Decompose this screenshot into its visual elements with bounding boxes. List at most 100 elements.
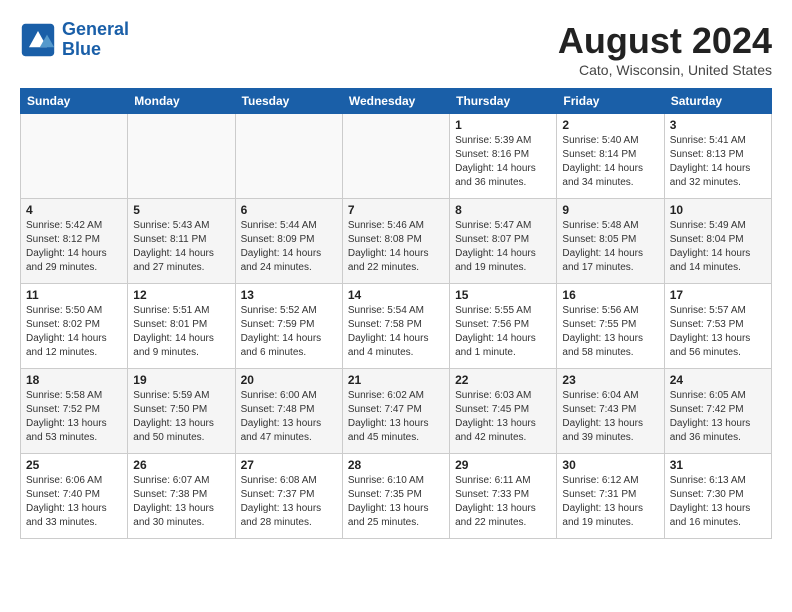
logo: General Blue: [20, 20, 129, 60]
day-number: 14: [348, 288, 444, 302]
location: Cato, Wisconsin, United States: [558, 62, 772, 78]
calendar-cell: 4 Sunrise: 5:42 AM Sunset: 8:12 PM Daylig…: [21, 199, 128, 284]
calendar-cell: 6 Sunrise: 5:44 AM Sunset: 8:09 PM Daylig…: [235, 199, 342, 284]
day-info: Sunrise: 6:04 AM Sunset: 7:43 PM Dayligh…: [562, 389, 658, 445]
calendar-cell: 1 Sunrise: 5:39 AM Sunset: 8:16 PM Daylig…: [450, 114, 557, 199]
weekday-header-thursday: Thursday: [450, 89, 557, 114]
calendar-cell: 15 Sunrise: 5:55 AM Sunset: 7:56 PM Dayli…: [450, 284, 557, 369]
calendar-cell: 16 Sunrise: 5:56 AM Sunset: 7:55 PM Dayli…: [557, 284, 664, 369]
day-number: 20: [241, 373, 337, 387]
day-info: Sunrise: 6:07 AM Sunset: 7:38 PM Dayligh…: [133, 474, 229, 530]
day-info: Sunrise: 5:47 AM Sunset: 8:07 PM Dayligh…: [455, 219, 551, 275]
day-info: Sunrise: 5:50 AM Sunset: 8:02 PM Dayligh…: [26, 304, 122, 360]
day-number: 15: [455, 288, 551, 302]
day-number: 23: [562, 373, 658, 387]
calendar-cell: 7 Sunrise: 5:46 AM Sunset: 8:08 PM Daylig…: [342, 199, 449, 284]
calendar-cell: 19 Sunrise: 5:59 AM Sunset: 7:50 PM Dayli…: [128, 369, 235, 454]
day-info: Sunrise: 5:57 AM Sunset: 7:53 PM Dayligh…: [670, 304, 766, 360]
day-number: 9: [562, 203, 658, 217]
day-number: 30: [562, 458, 658, 472]
calendar-cell: [235, 114, 342, 199]
month-year: August 2024: [558, 20, 772, 62]
day-info: Sunrise: 5:43 AM Sunset: 8:11 PM Dayligh…: [133, 219, 229, 275]
day-info: Sunrise: 5:55 AM Sunset: 7:56 PM Dayligh…: [455, 304, 551, 360]
calendar-cell: 21 Sunrise: 6:02 AM Sunset: 7:47 PM Dayli…: [342, 369, 449, 454]
calendar-cell: [128, 114, 235, 199]
day-info: Sunrise: 5:49 AM Sunset: 8:04 PM Dayligh…: [670, 219, 766, 275]
day-info: Sunrise: 5:44 AM Sunset: 8:09 PM Dayligh…: [241, 219, 337, 275]
day-number: 12: [133, 288, 229, 302]
day-number: 28: [348, 458, 444, 472]
day-number: 10: [670, 203, 766, 217]
day-info: Sunrise: 5:56 AM Sunset: 7:55 PM Dayligh…: [562, 304, 658, 360]
calendar-cell: 20 Sunrise: 6:00 AM Sunset: 7:48 PM Dayli…: [235, 369, 342, 454]
day-number: 29: [455, 458, 551, 472]
day-number: 8: [455, 203, 551, 217]
calendar-cell: 3Sunrise: 5:41 AM Sunset: 8:13 PM Daylig…: [664, 114, 771, 199]
calendar-cell: 9 Sunrise: 5:48 AM Sunset: 8:05 PM Daylig…: [557, 199, 664, 284]
day-number: 27: [241, 458, 337, 472]
calendar-cell: 17 Sunrise: 5:57 AM Sunset: 7:53 PM Dayli…: [664, 284, 771, 369]
day-number: 21: [348, 373, 444, 387]
day-number: 18: [26, 373, 122, 387]
logo-icon: [20, 22, 56, 58]
calendar-cell: 18 Sunrise: 5:58 AM Sunset: 7:52 PM Dayli…: [21, 369, 128, 454]
day-info: Sunrise: 6:10 AM Sunset: 7:35 PM Dayligh…: [348, 474, 444, 530]
day-info: Sunrise: 6:06 AM Sunset: 7:40 PM Dayligh…: [26, 474, 122, 530]
day-info: Sunrise: 5:41 AM Sunset: 8:13 PM Dayligh…: [670, 134, 766, 190]
day-info: Sunrise: 6:03 AM Sunset: 7:45 PM Dayligh…: [455, 389, 551, 445]
logo-line2: Blue: [62, 39, 101, 59]
calendar-table: SundayMondayTuesdayWednesdayThursdayFrid…: [20, 88, 772, 539]
day-info: Sunrise: 6:13 AM Sunset: 7:30 PM Dayligh…: [670, 474, 766, 530]
weekday-header-friday: Friday: [557, 89, 664, 114]
day-info: Sunrise: 6:02 AM Sunset: 7:47 PM Dayligh…: [348, 389, 444, 445]
day-info: Sunrise: 6:00 AM Sunset: 7:48 PM Dayligh…: [241, 389, 337, 445]
day-number: 1: [455, 118, 551, 132]
day-info: Sunrise: 5:51 AM Sunset: 8:01 PM Dayligh…: [133, 304, 229, 360]
day-info: Sunrise: 6:05 AM Sunset: 7:42 PM Dayligh…: [670, 389, 766, 445]
calendar-cell: 28 Sunrise: 6:10 AM Sunset: 7:35 PM Dayli…: [342, 454, 449, 539]
day-number: 4: [26, 203, 122, 217]
calendar-cell: 26 Sunrise: 6:07 AM Sunset: 7:38 PM Dayli…: [128, 454, 235, 539]
day-info: Sunrise: 5:52 AM Sunset: 7:59 PM Dayligh…: [241, 304, 337, 360]
day-info: Sunrise: 5:59 AM Sunset: 7:50 PM Dayligh…: [133, 389, 229, 445]
day-info: Sunrise: 5:42 AM Sunset: 8:12 PM Dayligh…: [26, 219, 122, 275]
weekday-header-tuesday: Tuesday: [235, 89, 342, 114]
day-number: 17: [670, 288, 766, 302]
day-info: Sunrise: 5:48 AM Sunset: 8:05 PM Dayligh…: [562, 219, 658, 275]
day-number: 2: [562, 118, 658, 132]
calendar-cell: [21, 114, 128, 199]
day-info: Sunrise: 6:08 AM Sunset: 7:37 PM Dayligh…: [241, 474, 337, 530]
day-info: Sunrise: 6:11 AM Sunset: 7:33 PM Dayligh…: [455, 474, 551, 530]
day-number: 11: [26, 288, 122, 302]
day-number: 24: [670, 373, 766, 387]
weekday-header-saturday: Saturday: [664, 89, 771, 114]
calendar-cell: 29 Sunrise: 6:11 AM Sunset: 7:33 PM Dayli…: [450, 454, 557, 539]
calendar-cell: 22 Sunrise: 6:03 AM Sunset: 7:45 PM Dayli…: [450, 369, 557, 454]
day-info: Sunrise: 5:46 AM Sunset: 8:08 PM Dayligh…: [348, 219, 444, 275]
day-info: Sunrise: 5:58 AM Sunset: 7:52 PM Dayligh…: [26, 389, 122, 445]
calendar-cell: 30 Sunrise: 6:12 AM Sunset: 7:31 PM Dayli…: [557, 454, 664, 539]
day-number: 26: [133, 458, 229, 472]
calendar-cell: 23 Sunrise: 6:04 AM Sunset: 7:43 PM Dayli…: [557, 369, 664, 454]
day-info: Sunrise: 6:12 AM Sunset: 7:31 PM Dayligh…: [562, 474, 658, 530]
weekday-header-sunday: Sunday: [21, 89, 128, 114]
calendar-cell: 31Sunrise: 6:13 AM Sunset: 7:30 PM Dayli…: [664, 454, 771, 539]
day-number: 6: [241, 203, 337, 217]
day-number: 16: [562, 288, 658, 302]
day-number: 25: [26, 458, 122, 472]
calendar-cell: 5Sunrise: 5:43 AM Sunset: 8:11 PM Daylig…: [128, 199, 235, 284]
day-number: 19: [133, 373, 229, 387]
day-info: Sunrise: 5:54 AM Sunset: 7:58 PM Dayligh…: [348, 304, 444, 360]
calendar-cell: 13 Sunrise: 5:52 AM Sunset: 7:59 PM Dayli…: [235, 284, 342, 369]
logo-line1: General: [62, 19, 129, 39]
day-info: Sunrise: 5:39 AM Sunset: 8:16 PM Dayligh…: [455, 134, 551, 190]
weekday-header-wednesday: Wednesday: [342, 89, 449, 114]
day-info: Sunrise: 5:40 AM Sunset: 8:14 PM Dayligh…: [562, 134, 658, 190]
day-number: 22: [455, 373, 551, 387]
day-number: 7: [348, 203, 444, 217]
calendar-cell: 8 Sunrise: 5:47 AM Sunset: 8:07 PM Daylig…: [450, 199, 557, 284]
calendar-cell: 27 Sunrise: 6:08 AM Sunset: 7:37 PM Dayli…: [235, 454, 342, 539]
day-number: 13: [241, 288, 337, 302]
calendar-cell: 12 Sunrise: 5:51 AM Sunset: 8:01 PM Dayli…: [128, 284, 235, 369]
